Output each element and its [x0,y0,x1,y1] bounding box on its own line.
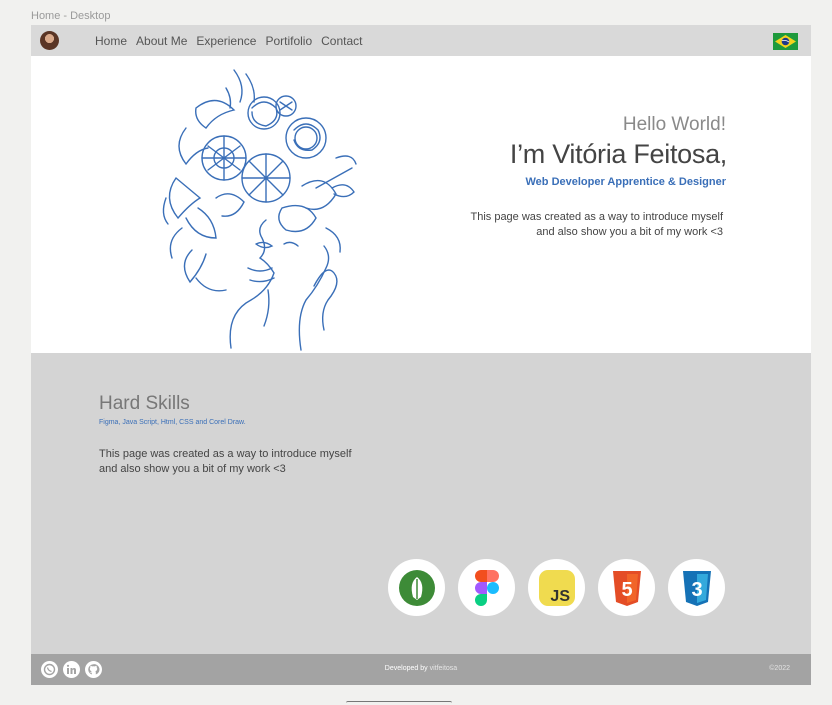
html5-icon: 5 [598,559,655,616]
css3-label: 3 [691,579,702,601]
nav-portfolio[interactable]: Portifolio [265,34,312,48]
brazil-flag-icon[interactable] [773,33,798,50]
developed-by: Developed by vitfeitosa [31,665,811,672]
hard-skills-section: Hard Skills Figma, Java Script, Html, CS… [31,353,811,654]
js-label: JS [550,588,570,605]
scroll-indicator [346,701,452,705]
skills-text-line-2: and also show you a bit of my work <3 [99,463,286,475]
footer: Developed by vitfeitosa ©2022 [31,654,811,685]
skills-list: Figma, Java Script, Html, CSS and Corel … [99,419,246,426]
hero-intro: This page was created as a way to introd… [403,210,723,240]
floral-portrait-illustration [156,68,366,353]
hero-greeting: Hello World! [622,114,726,135]
page-frame: Home About Me Experience Portifolio Cont… [31,25,811,685]
hero-intro-line-2: and also show you a bit of my work <3 [536,226,723,238]
nav-links: Home About Me Experience Portifolio Cont… [95,34,362,48]
hero-section: Hello World! I’m Vitória Feitosa, Web De… [31,56,811,353]
hero-name: I’m Vitória Feitosa, [509,139,727,169]
hero-role: Web Developer Apprentice & Designer [525,176,727,188]
skills-description: This page was created as a way to introd… [99,447,389,477]
nav-experience[interactable]: Experience [196,34,256,48]
nav-contact[interactable]: Contact [321,34,362,48]
nav-home[interactable]: Home [95,34,127,48]
skills-text-line-1: This page was created as a way to introd… [99,448,352,460]
avatar[interactable] [40,31,59,50]
coreldraw-icon [388,559,445,616]
developed-by-prefix: Developed by [384,665,428,672]
javascript-icon: JS [528,559,585,616]
html5-label: 5 [621,579,632,601]
top-nav: Home About Me Experience Portifolio Cont… [31,25,811,56]
nav-about-me[interactable]: About Me [136,34,187,48]
css3-icon: 3 [668,559,725,616]
skills-title: Hard Skills [99,393,190,414]
developer-link[interactable]: vitfeitosa [430,665,458,672]
frame-label: Home - Desktop [31,10,111,22]
hero-intro-line-1: This page was created as a way to introd… [470,211,723,223]
copyright: ©2022 [769,665,790,672]
figma-icon [458,559,515,616]
